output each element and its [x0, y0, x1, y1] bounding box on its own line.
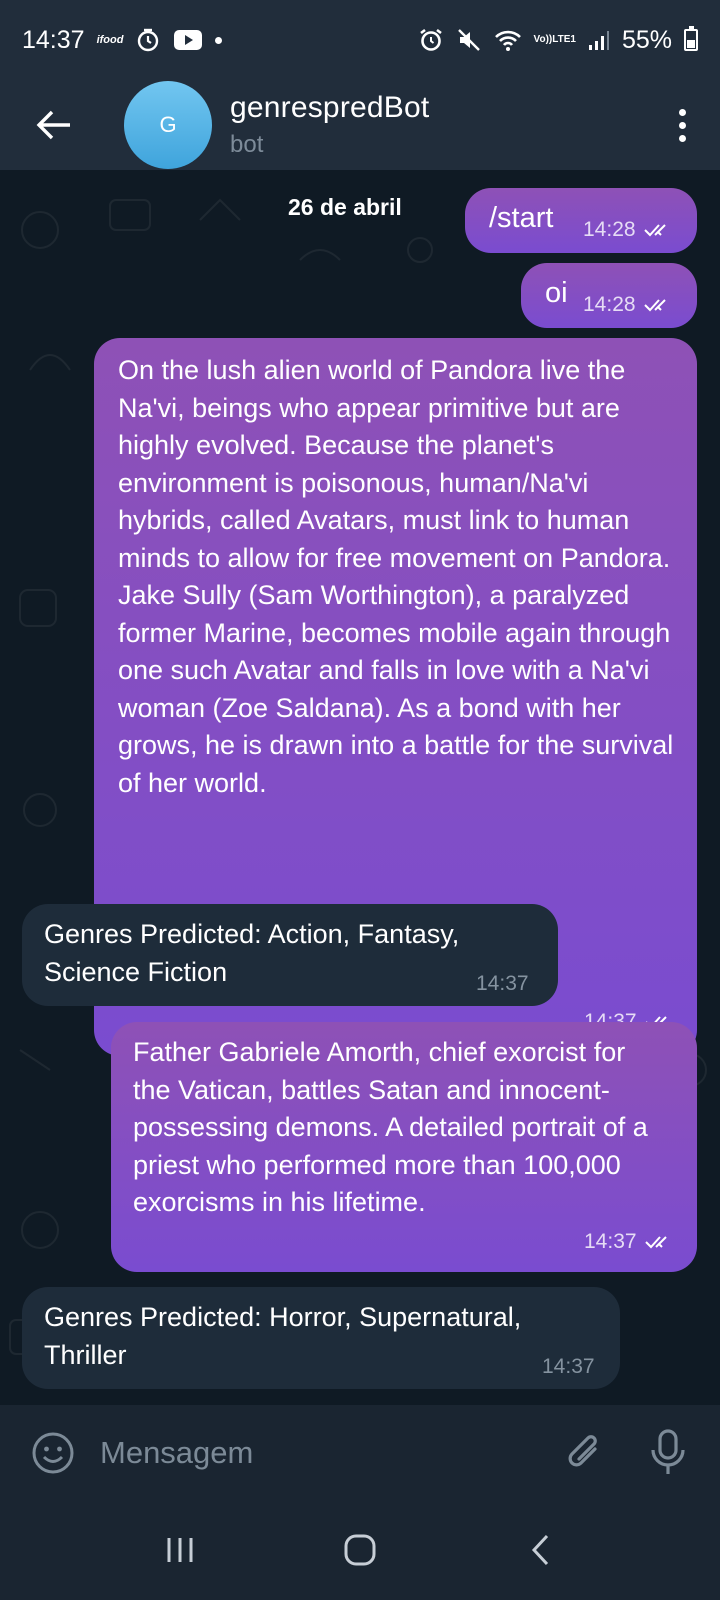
message-bubble-outgoing[interactable]: /start 14:28: [465, 188, 697, 253]
message-time: 14:28: [583, 218, 636, 241]
wifi-icon: [494, 28, 522, 52]
chevron-left-icon: [531, 1534, 549, 1566]
home-icon: [344, 1534, 376, 1566]
lte-label: LTE1: [552, 34, 576, 45]
arrow-left-icon: [36, 110, 70, 140]
microphone-icon[interactable]: [648, 1428, 688, 1478]
message-text: oi: [545, 277, 568, 309]
alarm-icon: [418, 27, 444, 53]
volte-label: Vo)): [533, 34, 553, 45]
double-check-icon: [644, 1236, 667, 1249]
message-meta: 14:37: [584, 1230, 675, 1254]
youtube-icon: [173, 29, 203, 51]
chat-title-block[interactable]: genrespredBot bot: [230, 91, 429, 159]
message-time: 14:37: [542, 1355, 595, 1378]
message-meta: 14:28: [583, 293, 674, 317]
chat-subtitle: bot: [230, 131, 264, 158]
message-text: Father Gabriele Amorth, chief exorcist f…: [133, 1037, 648, 1217]
battery-percent: 55%: [621, 25, 672, 54]
double-check-icon: [643, 224, 666, 237]
back-nav-button[interactable]: [510, 1520, 570, 1580]
recent-apps-icon: [167, 1538, 193, 1562]
message-text: /start: [489, 202, 554, 234]
more-vert-icon-dot: [679, 134, 686, 142]
battery-icon: [684, 26, 698, 51]
message-text: Genres Predicted: Action, Fantasy, Scien…: [44, 919, 460, 987]
chat-area[interactable]: 26 de abril /start 14:28 oi 14:28 On the…: [0, 170, 720, 1405]
timer-icon: [135, 27, 161, 53]
ifood-icon: ifood: [96, 34, 124, 46]
avatar[interactable]: G: [124, 81, 212, 169]
more-menu-button[interactable]: [673, 99, 692, 152]
double-check-icon: [643, 299, 666, 312]
message-bubble-outgoing[interactable]: oi 14:28: [521, 263, 697, 328]
recent-apps-button[interactable]: [150, 1520, 210, 1580]
message-meta: 14:28: [583, 218, 674, 242]
chat-title: genrespredBot: [230, 91, 430, 124]
message-meta: 14:37: [476, 972, 529, 996]
more-vert-icon: [679, 108, 686, 116]
signal-icon: [588, 29, 610, 51]
mute-icon: [456, 27, 482, 53]
message-text: Genres Predicted: Horror, Supernatural, …: [44, 1302, 522, 1370]
message-input[interactable]: [100, 1434, 562, 1471]
notification-dot: [215, 36, 223, 44]
paperclip-icon[interactable]: [562, 1430, 608, 1476]
status-bar: 14:37 ifood Vo)) LTE1 55%: [0, 0, 720, 80]
message-bubble-incoming[interactable]: Genres Predicted: Horror, Supernatural, …: [22, 1287, 620, 1389]
date-chip: 26 de abril: [288, 194, 402, 220]
avatar-letter: G: [159, 112, 177, 137]
message-time: 14:37: [584, 1230, 637, 1253]
message-bubble-incoming[interactable]: Genres Predicted: Action, Fantasy, Scien…: [22, 904, 558, 1006]
message-time: 14:37: [476, 972, 529, 995]
status-time: 14:37: [22, 25, 85, 54]
chat-header: G genrespredBot bot: [0, 80, 720, 170]
back-button[interactable]: [14, 80, 94, 170]
message-meta: 14:37: [542, 1355, 595, 1379]
emoji-icon[interactable]: [30, 1430, 76, 1476]
system-nav-bar: [0, 1500, 720, 1600]
more-vert-icon-dot: [679, 121, 686, 129]
home-button[interactable]: [330, 1520, 390, 1580]
message-composer: [0, 1405, 720, 1500]
message-text: On the lush alien world of Pandora live …: [118, 355, 674, 798]
message-time: 14:28: [583, 293, 636, 316]
volte-icon: Vo)) LTE1: [534, 35, 576, 45]
message-bubble-outgoing[interactable]: Father Gabriele Amorth, chief exorcist f…: [111, 1022, 697, 1272]
